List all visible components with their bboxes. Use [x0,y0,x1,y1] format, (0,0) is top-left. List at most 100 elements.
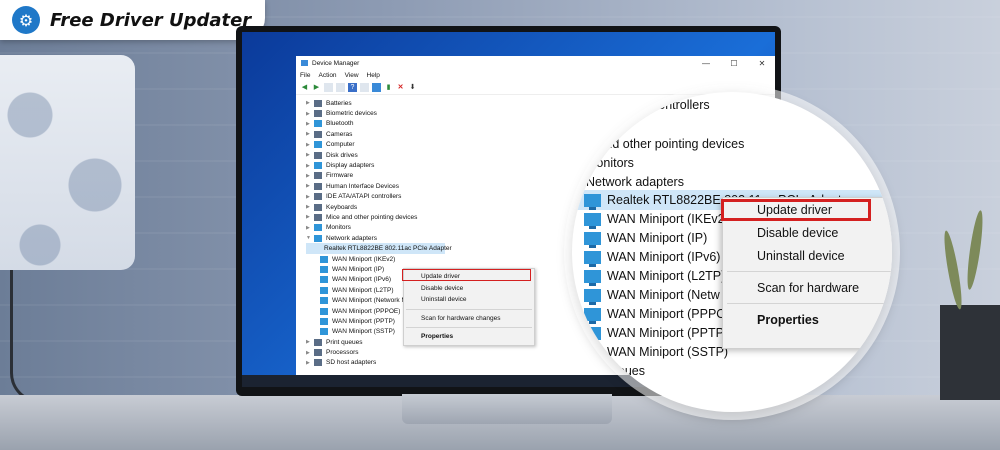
tree-item-label: WAN Miniport (IKEv2) [332,255,396,263]
minimize-button[interactable]: — [692,59,720,68]
firmware-icon [314,172,322,180]
battery-icon [314,99,322,107]
tree-item[interactable]: ▶ Keyboards [306,202,445,212]
magnified-adapter-label: WAN Miniport (IPv6) [607,250,721,264]
tree-item[interactable]: ▶ Mice and other pointing devices [306,212,445,222]
close-button[interactable]: ✕ [748,59,775,68]
tree-item-label: SD host adapters [326,359,377,367]
chevron-right-icon[interactable]: ▶ [306,111,314,117]
menu-view[interactable]: View [345,72,359,79]
ide-controller-icon [314,193,322,201]
chevron-right-icon[interactable]: ▶ [306,142,314,148]
tree-item-label: Batteries [326,99,352,107]
chevron-right-icon[interactable]: ▶ [306,350,314,356]
menu-help[interactable]: Help [367,72,380,79]
magnified-adapter-label: WAN Miniport (IKEv2 [607,212,725,226]
menu-separator [406,308,532,310]
chevron-right-icon[interactable]: ▶ [306,100,314,106]
gear-logo-icon: ⚙ [12,6,40,34]
magnified-properties: Properties [757,312,819,327]
tree-item-label: Disk drives [326,151,358,159]
network-adapter-icon [584,269,601,286]
update-driver-highlight [402,269,531,281]
scan-hardware-menu-item[interactable]: Scan for hardware changes [404,313,534,325]
tree-item[interactable]: ▶ IDE ATA/ATAPI controllers [306,192,445,202]
tree-item-label: Print queues [326,338,363,346]
tree-item-label: Computer [326,141,355,149]
network-adapter-icon [320,276,328,284]
chevron-right-icon[interactable]: ▶ [306,194,314,200]
network-adapter-icon [584,193,601,210]
chevron-right-icon[interactable]: ▶ [306,121,314,127]
chevron-right-icon[interactable]: ▶ [306,225,314,231]
magnified-adapter: WAN Miniport (Netw [584,288,720,305]
tree-item-label: Monitors [326,224,351,232]
network-adapter-icon [320,307,328,315]
tree-item[interactable]: ▶ Disk drives [306,150,445,160]
tree-item-label: Keyboards [326,203,358,211]
chevron-right-icon[interactable]: ▶ [306,360,314,366]
network-adapter-item-selected[interactable]: Realtek RTL8822BE 802.11ac PCIe Adapter [306,243,452,254]
tree-item-label: Realtek RTL8822BE 802.11ac PCIe Adapter [324,245,452,253]
forward-arrow-icon[interactable]: ▶ [312,83,321,92]
magnified-adapter-label: WAN Miniport (PPTP) [607,326,729,340]
monitor-stand [402,394,612,424]
menu-action[interactable]: Action [318,72,336,79]
disable-device-menu-item[interactable]: Disable device [404,283,534,295]
tree-item[interactable]: ▶ Batteries [306,98,445,108]
chevron-down-icon[interactable]: ▼ [306,235,314,241]
tree-item[interactable]: ▼ Network adapters [306,233,445,243]
back-arrow-icon[interactable]: ◀ [300,83,309,92]
network-adapter-icon [320,297,328,305]
tree-item[interactable]: ▶ Biometric devices [306,108,445,118]
tree-item[interactable]: ▶ Cameras [306,129,445,139]
window-title: Device Manager [312,59,360,67]
tree-item[interactable]: ▶ Processors [306,347,445,357]
view-icon[interactable] [360,82,369,92]
network-adapter-icon [584,250,601,267]
display-adapter-icon [314,162,322,170]
network-adapter-icon [584,231,601,248]
chevron-right-icon[interactable]: ▶ [306,163,314,169]
monitor-icon[interactable] [372,82,381,92]
menu-file[interactable]: File [300,72,310,79]
maximize-button[interactable]: ☐ [720,59,748,68]
processor-icon [314,349,322,357]
network-adapter-item[interactable]: WAN Miniport (IKEv2) [306,254,445,264]
tree-item-label: WAN Miniport (IPv6) [332,276,391,284]
network-adapter-icon [320,255,328,263]
properties-menu-item[interactable]: Properties [404,331,534,343]
chevron-right-icon[interactable]: ▶ [306,183,314,189]
tree-item-label: Display adapters [326,162,375,170]
properties-icon[interactable] [324,82,333,92]
uninstall-device-menu-item[interactable]: Uninstall device [404,294,534,306]
chevron-right-icon[interactable]: ▶ [306,214,314,220]
tree-item[interactable]: ▶ Computer [306,140,445,150]
tree-item-label: IDE ATA/ATAPI controllers [326,193,402,201]
tree-item[interactable]: ▶ Firmware [306,171,445,181]
chevron-right-icon[interactable]: ▶ [306,173,314,179]
tree-item[interactable]: ▶ Human Interface Devices [306,181,445,191]
tree-item[interactable]: ▶ SD host adapters [306,358,445,368]
chevron-right-icon[interactable]: ▶ [306,339,314,345]
help-icon[interactable]: ? [348,82,357,92]
tree-item[interactable]: ▶ Bluetooth [306,119,445,129]
update-driver-icon[interactable]: ▮ [384,83,393,92]
chevron-right-icon[interactable]: ▶ [306,131,314,137]
menu-separator [727,303,892,304]
device-manager-icon [301,60,308,66]
network-adapter-icon [320,265,328,273]
network-adapter-icon [584,212,601,229]
download-icon[interactable]: ⬇ [408,83,417,92]
tree-item[interactable]: ▶ Display adapters [306,160,445,170]
tree-item-label: Mice and other pointing devices [326,213,418,221]
brand-name: Free Driver Updater [50,9,252,31]
brand-badge: ⚙ Free Driver Updater [0,0,265,40]
uninstall-x-icon[interactable]: ✕ [396,83,405,92]
biometric-icon [314,110,322,118]
magnified-adapter-label: WAN Miniport (L2TP) [607,269,726,283]
tree-item[interactable]: ▶ Monitors [306,223,445,233]
show-hidden-icon[interactable] [336,82,345,92]
chevron-right-icon[interactable]: ▶ [306,152,314,158]
chevron-right-icon[interactable]: ▶ [306,204,314,210]
